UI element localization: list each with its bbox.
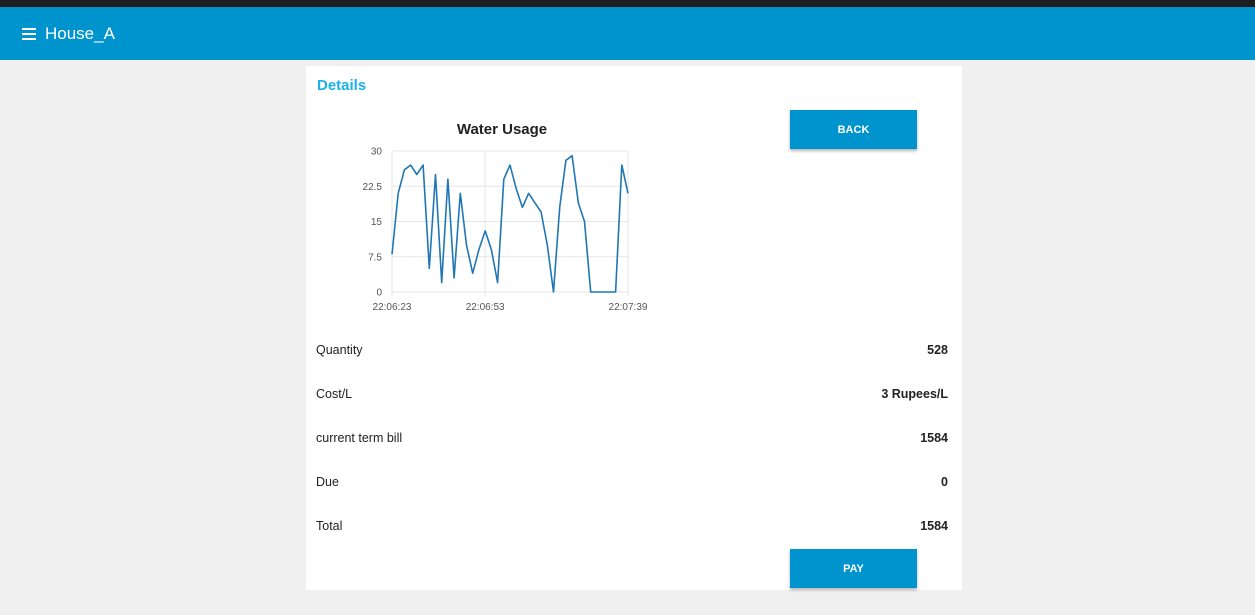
back-button[interactable]: BACK — [790, 110, 917, 149]
hamburger-menu-icon[interactable] — [22, 27, 36, 40]
x-tick-label: 22:07:39 — [609, 302, 648, 313]
row-label: Quantity — [316, 343, 363, 357]
pay-button[interactable]: PAY — [790, 549, 917, 588]
y-tick-label: 7.5 — [368, 252, 382, 263]
row-label: Cost/L — [316, 387, 353, 401]
row-label: current term bill — [316, 431, 403, 445]
row-current-term-bill: current term bill 1584 — [316, 428, 948, 448]
y-tick-label: 15 — [371, 217, 383, 228]
row-value: 528 — [927, 343, 948, 357]
row-value: 1584 — [920, 519, 948, 533]
y-tick-label: 30 — [371, 147, 383, 158]
row-label: Total — [316, 519, 343, 533]
app-title: House_A — [45, 23, 115, 43]
row-label: Due — [316, 475, 339, 489]
x-tick-label: 22:06:53 — [466, 302, 505, 313]
window-top-edge — [0, 0, 1255, 7]
y-tick-label: 0 — [376, 288, 382, 299]
row-value: 0 — [941, 475, 948, 489]
chart-title: Water Usage — [456, 121, 548, 138]
details-card: Details 0 7.5 15 22.5 30 22:06:23 22:06:53 22:0… — [306, 66, 962, 590]
app-header: House_A — [0, 7, 1255, 60]
y-tick-label: 22.5 — [363, 182, 383, 193]
series-line — [391, 154, 629, 293]
row-value: 1584 — [920, 431, 948, 445]
row-total: Total 1584 — [316, 516, 948, 536]
row-due: Due 0 — [316, 472, 948, 492]
row-value: 3 Rupees/L — [881, 387, 948, 401]
row-cost-per-liter: Cost/L 3 Rupees/L — [316, 384, 948, 404]
water-usage-chart: 0 7.5 15 22.5 30 22:06:23 22:06:53 22:07:39 — [363, 147, 648, 314]
row-quantity: Quantity 528 — [316, 340, 948, 360]
x-tick-label: 22:06:23 — [373, 302, 412, 313]
